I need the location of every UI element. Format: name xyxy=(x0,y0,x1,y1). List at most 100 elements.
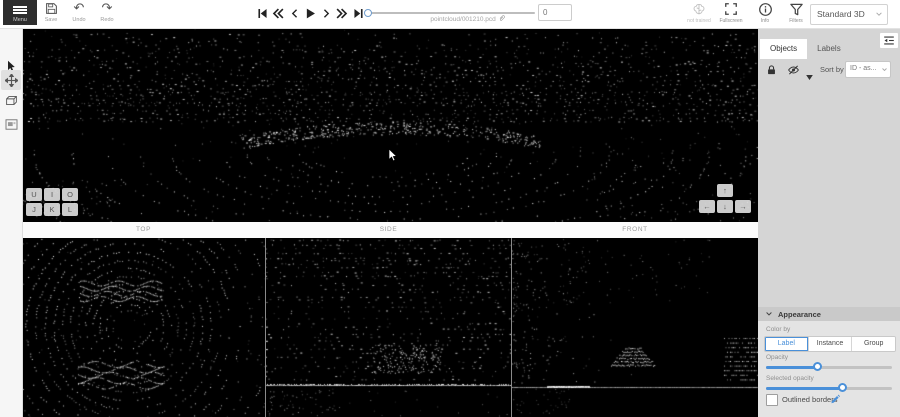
image-view-tool-button[interactable] xyxy=(1,114,21,134)
outlined-borders-checkbox[interactable] xyxy=(766,394,778,406)
arrow-key-right[interactable]: → xyxy=(735,200,751,213)
chevron-collapse-icon xyxy=(766,311,772,317)
pan-tool-button[interactable] xyxy=(1,70,21,90)
play-button[interactable] xyxy=(303,4,317,22)
appearance-header[interactable]: Appearance xyxy=(758,307,900,321)
tab-labels[interactable]: Labels xyxy=(807,39,851,59)
chevron-down-icon xyxy=(876,11,882,17)
color-by-instance-option[interactable]: Instance xyxy=(809,337,853,351)
tab-objects[interactable]: Objects xyxy=(760,39,807,59)
nn-training-label: not trained xyxy=(682,18,716,24)
selected-opacity-slider-thumb[interactable] xyxy=(838,383,847,392)
filters-label: Filters xyxy=(779,18,813,24)
pointcloud-labeling-app: { "colors": {"accent": "#4a90d9"}, "topb… xyxy=(0,0,900,417)
step-forward-button[interactable] xyxy=(319,4,333,22)
appearance-section: Appearance Color by Label Instance Group… xyxy=(758,307,900,417)
arrow-key-left[interactable]: ← xyxy=(699,200,715,213)
menu-button[interactable]: Menu xyxy=(3,0,37,25)
eye-slash-icon xyxy=(787,64,800,76)
fullscreen-button[interactable]: Fullscreen xyxy=(714,2,748,26)
collapse-panel-button[interactable] xyxy=(880,33,898,48)
orthographic-view-labels: TOP SIDE FRONT xyxy=(22,222,758,239)
step-backward-button[interactable] xyxy=(287,4,301,22)
nn-training-button[interactable]: not trained xyxy=(682,2,716,26)
info-label: Info xyxy=(748,18,782,24)
nav-key-j[interactable]: J xyxy=(26,203,42,216)
save-button[interactable]: Save xyxy=(38,2,64,26)
skip-to-end-button[interactable] xyxy=(351,4,365,22)
top-toolbar: Menu Save ↶ Undo ↷ Redo xyxy=(0,0,900,29)
cuboid-tool-button[interactable] xyxy=(1,90,21,110)
undo-icon: ↶ xyxy=(66,2,92,16)
info-icon xyxy=(748,2,782,17)
info-button[interactable]: Info xyxy=(748,2,782,26)
arrow-key-up[interactable]: ↑ xyxy=(717,184,733,197)
front-view-canvas[interactable] xyxy=(512,238,758,417)
top-view-label: TOP xyxy=(22,222,265,238)
tools-sidebar xyxy=(0,28,23,417)
side-view-canvas[interactable] xyxy=(266,238,511,417)
undo-label: Undo xyxy=(66,17,92,23)
sort-order-value: ID - as... xyxy=(850,65,876,72)
filters-button[interactable]: Filters xyxy=(779,2,813,26)
lock-all-button[interactable] xyxy=(766,63,777,81)
skip-to-start-button[interactable] xyxy=(255,4,269,22)
top-view-canvas[interactable] xyxy=(22,238,265,417)
current-file-name: pointcloud/001210.pcd xyxy=(398,14,538,23)
save-label: Save xyxy=(38,17,64,23)
selected-opacity-slider[interactable] xyxy=(766,384,892,393)
edit-pencil-icon[interactable] xyxy=(830,394,841,405)
objects-toolbar: Sort by ID - as... xyxy=(758,59,900,81)
view-mode-value: Standard 3D xyxy=(817,9,865,19)
sort-order-select[interactable]: ID - as... xyxy=(845,61,891,78)
nav-key-u[interactable]: U xyxy=(26,188,42,201)
attachment-icon xyxy=(498,14,506,22)
frame-number-input[interactable] xyxy=(538,4,572,21)
lock-icon xyxy=(766,64,777,76)
nav-key-l[interactable]: L xyxy=(62,203,78,216)
playback-controls xyxy=(255,4,365,22)
mouse-cursor xyxy=(388,148,398,163)
nav-key-i[interactable]: I xyxy=(44,188,60,201)
frame-slider-thumb[interactable] xyxy=(364,9,372,17)
panel-tabs: Objects Labels xyxy=(760,39,851,59)
indent-list-icon xyxy=(883,35,895,46)
nav-key-o[interactable]: O xyxy=(62,188,78,201)
fullscreen-icon xyxy=(714,2,748,17)
caret-down-icon xyxy=(806,75,813,80)
pointcloud-3d-canvas[interactable] xyxy=(22,28,758,222)
objects-panel: Objects Labels Sort by ID - as... Appear… xyxy=(758,28,900,417)
opacity-slider[interactable] xyxy=(766,363,892,372)
redo-icon: ↷ xyxy=(94,2,120,16)
menu-button-label: Menu xyxy=(3,17,37,23)
filter-icon xyxy=(779,2,813,17)
orthographic-views xyxy=(22,238,758,417)
opacity-label: Opacity xyxy=(766,354,788,361)
sort-by-label: Sort by xyxy=(820,65,844,74)
color-by-label-option[interactable]: Label xyxy=(765,337,809,351)
fast-backward-button[interactable] xyxy=(271,4,285,22)
color-by-group-option[interactable]: Group xyxy=(852,337,895,351)
redo-button[interactable]: ↷ Redo xyxy=(94,2,120,26)
fast-forward-button[interactable] xyxy=(335,4,349,22)
undo-button[interactable]: ↶ Undo xyxy=(66,2,92,26)
view-mode-select[interactable]: Standard 3D xyxy=(810,4,888,25)
chevron-down-icon xyxy=(882,67,887,72)
hamburger-icon xyxy=(13,6,27,14)
viewport-3d[interactable]: U I O J K L ↑ ← ↓ → xyxy=(22,28,758,222)
nav-key-k[interactable]: K xyxy=(44,203,60,216)
more-actions-caret[interactable] xyxy=(806,67,813,85)
redo-label: Redo xyxy=(94,17,120,23)
move-icon xyxy=(5,74,18,87)
color-by-segmented-control: Label Instance Group xyxy=(764,336,896,352)
hide-all-button[interactable] xyxy=(787,63,800,81)
arrow-key-down[interactable]: ↓ xyxy=(717,200,733,213)
save-icon xyxy=(38,2,64,16)
front-view-label: FRONT xyxy=(512,222,758,238)
side-view-label: SIDE xyxy=(265,222,512,238)
appearance-title: Appearance xyxy=(778,310,821,319)
opacity-slider-thumb[interactable] xyxy=(813,362,822,371)
brain-icon xyxy=(682,2,716,17)
fullscreen-label: Fullscreen xyxy=(714,18,748,24)
selected-opacity-label: Selected opacity xyxy=(766,375,814,382)
